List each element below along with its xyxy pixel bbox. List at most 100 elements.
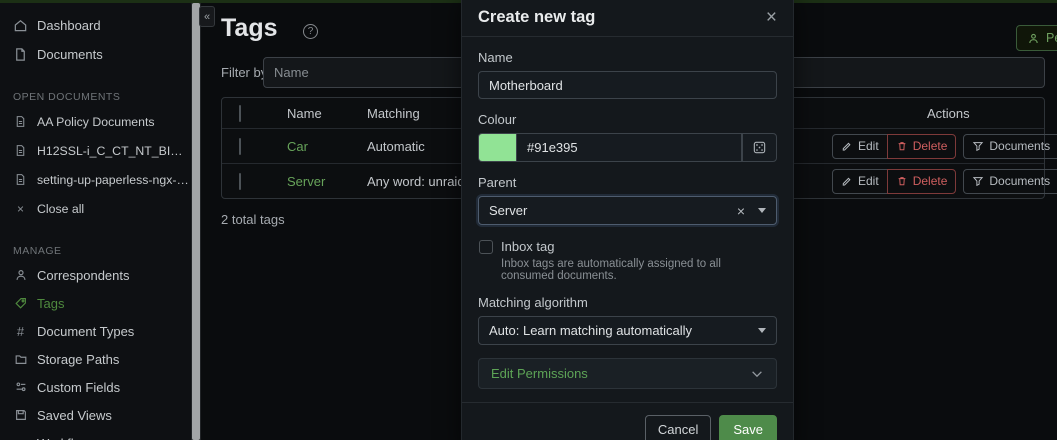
name-input[interactable] [478, 71, 777, 99]
filter-icon [972, 175, 984, 187]
documents-label: Documents [989, 174, 1050, 188]
page-title: Tags [221, 14, 278, 43]
collapse-icon: « [204, 11, 210, 23]
trash-icon [896, 140, 908, 152]
sidebar-item-label: Saved Views [37, 408, 112, 423]
sidebar-item-tags[interactable]: Tags [0, 289, 191, 317]
filter-icon [972, 140, 984, 152]
edit-button[interactable]: Edit [832, 134, 888, 159]
sidebar-item-label: Documents [37, 47, 103, 62]
manage-section: Correspondents Tags # Document Types Sto… [0, 261, 191, 440]
random-colour-button[interactable] [742, 133, 777, 162]
colour-field-label: Colour [478, 112, 777, 127]
column-header-actions: Actions [816, 106, 1044, 121]
file-icon [13, 114, 28, 129]
inbox-tag-hint: Inbox tags are automatically assigned to… [501, 258, 777, 282]
chevron-down-icon [758, 208, 766, 213]
open-doc-label: H12SSL-i_C_CT_NT_BIOS_3.3_rele... [37, 144, 191, 158]
create-tag-modal: Create new tag × Name Colour Parent Serv… [462, 0, 793, 440]
sidebar-close-all[interactable]: × Close all [0, 194, 191, 223]
tag-name-link[interactable]: Server [287, 174, 325, 189]
sidebar-item-saved-views[interactable]: Saved Views [0, 401, 191, 429]
hash-icon: # [13, 324, 28, 339]
sidebar-item-documents[interactable]: Documents [0, 40, 191, 69]
row-checkbox[interactable] [239, 173, 241, 190]
inbox-tag-checkbox[interactable] [479, 240, 493, 254]
sidebar-item-storage-paths[interactable]: Storage Paths [0, 345, 191, 373]
file-icon [13, 172, 28, 187]
open-doc-label: setting-up-paperless-ngx-part-one [37, 173, 191, 187]
matching-algorithm-label: Matching algorithm [478, 295, 777, 310]
person-icon [13, 268, 28, 283]
sidebar-item-label: Tags [37, 296, 64, 311]
parent-select-value: Server [489, 203, 527, 218]
sidebar: Dashboard Documents OPEN DOCUMENTS AA Po… [0, 3, 191, 440]
sidebar-open-doc-1[interactable]: AA Policy Documents [0, 107, 191, 136]
sidebar-scrollbar[interactable] [191, 3, 201, 440]
tag-name-link[interactable]: Car [287, 139, 308, 154]
documents-button[interactable]: Documents 1 [963, 134, 1057, 159]
chevron-down-icon [758, 328, 766, 333]
edit-permissions-label: Edit Permissions [491, 366, 750, 381]
pencil-icon [841, 140, 853, 152]
chevron-down-icon [750, 367, 764, 381]
sidebar-item-document-types[interactable]: # Document Types [0, 317, 191, 345]
matching-algorithm-select[interactable]: Auto: Learn matching automatically [478, 316, 777, 345]
inbox-tag-label: Inbox tag [501, 239, 555, 254]
folder-icon [13, 352, 28, 367]
column-header-name: Name [287, 106, 367, 121]
edit-permissions-accordion[interactable]: Edit Permissions [478, 358, 777, 389]
permissions-button-label: Permissions [1046, 31, 1057, 45]
clear-icon[interactable]: × [737, 203, 745, 219]
person-icon [1027, 32, 1040, 45]
parent-select[interactable]: Server × [478, 196, 777, 225]
colour-swatch [478, 133, 516, 162]
open-documents-header: OPEN DOCUMENTS [0, 87, 191, 107]
sidebar-item-custom-fields[interactable]: Custom Fields [0, 373, 191, 401]
sidebar-item-correspondents[interactable]: Correspondents [0, 261, 191, 289]
colour-hex-input[interactable] [516, 133, 742, 162]
name-field-label: Name [478, 50, 777, 65]
pencil-icon [841, 175, 853, 187]
sidebar-collapse-button[interactable]: « [199, 6, 215, 27]
scrollbar-thumb[interactable] [192, 3, 200, 440]
paperless-tags-page: { "colors": { "accent_green": "#4e8b4a",… [0, 0, 1057, 440]
modal-body: Name Colour Parent Server × Inbox tag In… [462, 37, 793, 389]
modal-title: Create new tag [478, 8, 595, 27]
save-icon [13, 408, 28, 423]
edit-button[interactable]: Edit [832, 169, 888, 194]
sidebar-item-label: Custom Fields [37, 380, 120, 395]
select-all-checkbox[interactable] [239, 105, 241, 122]
sidebar-item-label: Workflows [37, 436, 97, 440]
cancel-button[interactable]: Cancel [645, 415, 711, 440]
sliders-icon [13, 380, 28, 395]
sidebar-item-label: Dashboard [37, 18, 101, 33]
parent-field-label: Parent [478, 175, 777, 190]
edit-label: Edit [858, 174, 879, 188]
sidebar-open-doc-2[interactable]: H12SSL-i_C_CT_NT_BIOS_3.3_rele... [0, 136, 191, 165]
trash-icon [896, 175, 908, 187]
delete-button[interactable]: Delete [887, 134, 957, 159]
delete-label: Delete [913, 139, 948, 153]
home-icon [13, 18, 28, 33]
total-tags-summary: 2 total tags [221, 212, 285, 227]
documents-button[interactable]: Documents 3 [963, 169, 1057, 194]
close-icon: × [13, 201, 28, 216]
row-checkbox[interactable] [239, 138, 241, 155]
colour-input-group [478, 133, 777, 162]
workflow-icon [13, 436, 28, 440]
inbox-tag-row: Inbox tag [478, 239, 777, 254]
permissions-button[interactable]: Permissions [1016, 25, 1057, 51]
matching-algorithm-value: Auto: Learn matching automatically [489, 323, 692, 338]
sidebar-item-label: Storage Paths [37, 352, 119, 367]
sidebar-open-doc-3[interactable]: setting-up-paperless-ngx-part-one [0, 165, 191, 194]
save-button[interactable]: Save [719, 415, 777, 440]
sidebar-item-dashboard[interactable]: Dashboard [0, 11, 191, 40]
delete-button[interactable]: Delete [887, 169, 957, 194]
close-icon[interactable]: × [766, 8, 777, 27]
documents-label: Documents [989, 139, 1050, 153]
documents-icon [13, 47, 28, 62]
help-icon[interactable]: ? [303, 24, 318, 39]
sidebar-item-workflows[interactable]: Workflows [0, 429, 191, 440]
modal-header: Create new tag × [462, 0, 793, 37]
